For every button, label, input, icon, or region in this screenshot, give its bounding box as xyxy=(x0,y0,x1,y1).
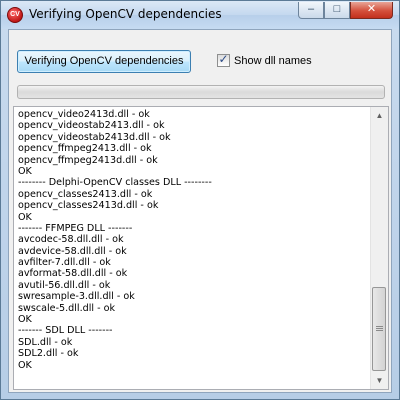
log-lines: opencv_video2413d.dll - ok opencv_videost… xyxy=(18,109,368,371)
log-line: avcodec-58.dll.dll - ok xyxy=(18,234,124,246)
log-line: swscale-5.dll.dll - ok xyxy=(18,302,116,314)
log-line: swresample-3.dll.dll - ok xyxy=(18,291,135,303)
log-line: avformat-58.dll.dll - ok xyxy=(18,268,128,280)
caption-buttons: – □ ✕ xyxy=(298,2,393,20)
log-line: -------- Delphi-OpenCV classes DLL -----… xyxy=(18,177,212,189)
grip-line xyxy=(376,330,383,331)
log-line: ------- SDL DLL ------- xyxy=(18,325,113,337)
log-line: OK xyxy=(18,165,32,177)
grip-line xyxy=(376,326,383,327)
progress-bar xyxy=(17,85,385,99)
checkmark-icon: ✓ xyxy=(218,52,229,66)
vertical-scrollbar[interactable]: ▲ ▼ xyxy=(370,107,388,389)
grip-line xyxy=(376,328,383,329)
log-line: avfilter-7.dll.dll - ok xyxy=(18,257,111,269)
log-line: opencv_videostab2413d.dll - ok xyxy=(18,131,171,143)
show-dll-names-checkbox[interactable]: ✓ xyxy=(217,52,230,67)
log-line: opencv_videostab2413.dll - ok xyxy=(18,120,165,132)
minimize-button[interactable]: – xyxy=(298,2,324,19)
maximize-button[interactable]: □ xyxy=(324,2,350,19)
log-line: opencv_classes2413d.dll - ok xyxy=(18,200,159,212)
log-line: opencv_ffmpeg2413d.dll - ok xyxy=(18,154,158,166)
log-line: opencv_ffmpeg2413.dll - ok xyxy=(18,143,152,155)
log-line: OK xyxy=(18,359,32,371)
scroll-down-icon[interactable]: ▼ xyxy=(371,372,388,389)
scroll-up-icon[interactable]: ▲ xyxy=(371,107,388,124)
close-button[interactable]: ✕ xyxy=(350,2,393,19)
log-line: SDL2.dll - ok xyxy=(18,348,79,360)
log-line: avdevice-58.dll.dll - ok xyxy=(18,245,127,257)
app-window: CV Verifying OpenCV dependencies – □ ✕ V… xyxy=(0,0,400,400)
log-line: ------- FFMPEG DLL ------- xyxy=(18,222,133,234)
log-output[interactable]: opencv_video2413d.dll - ok opencv_videost… xyxy=(13,106,389,390)
app-icon[interactable]: CV xyxy=(7,7,23,23)
title-bar[interactable]: CV Verifying OpenCV dependencies – □ ✕ xyxy=(1,1,399,29)
verify-dependencies-button[interactable]: Verifying OpenCV dependencies xyxy=(17,50,191,73)
log-line: opencv_classes2413.dll - ok xyxy=(18,188,153,200)
log-line: SDL.dll - ok xyxy=(18,336,73,348)
show-dll-names-label[interactable]: Show dll names xyxy=(234,55,312,67)
window-title: Verifying OpenCV dependencies xyxy=(29,7,222,21)
log-line: OK xyxy=(18,314,32,326)
show-dll-names-option[interactable]: ✓ Show dll names xyxy=(217,52,312,67)
log-line: avutil-56.dll.dll - ok xyxy=(18,279,111,291)
log-line: OK xyxy=(18,211,32,223)
scrollbar-thumb[interactable] xyxy=(372,287,386,371)
log-line: opencv_video2413d.dll - ok xyxy=(18,109,150,120)
client-area: Verifying OpenCV dependencies ✓ Show dll… xyxy=(8,29,392,393)
